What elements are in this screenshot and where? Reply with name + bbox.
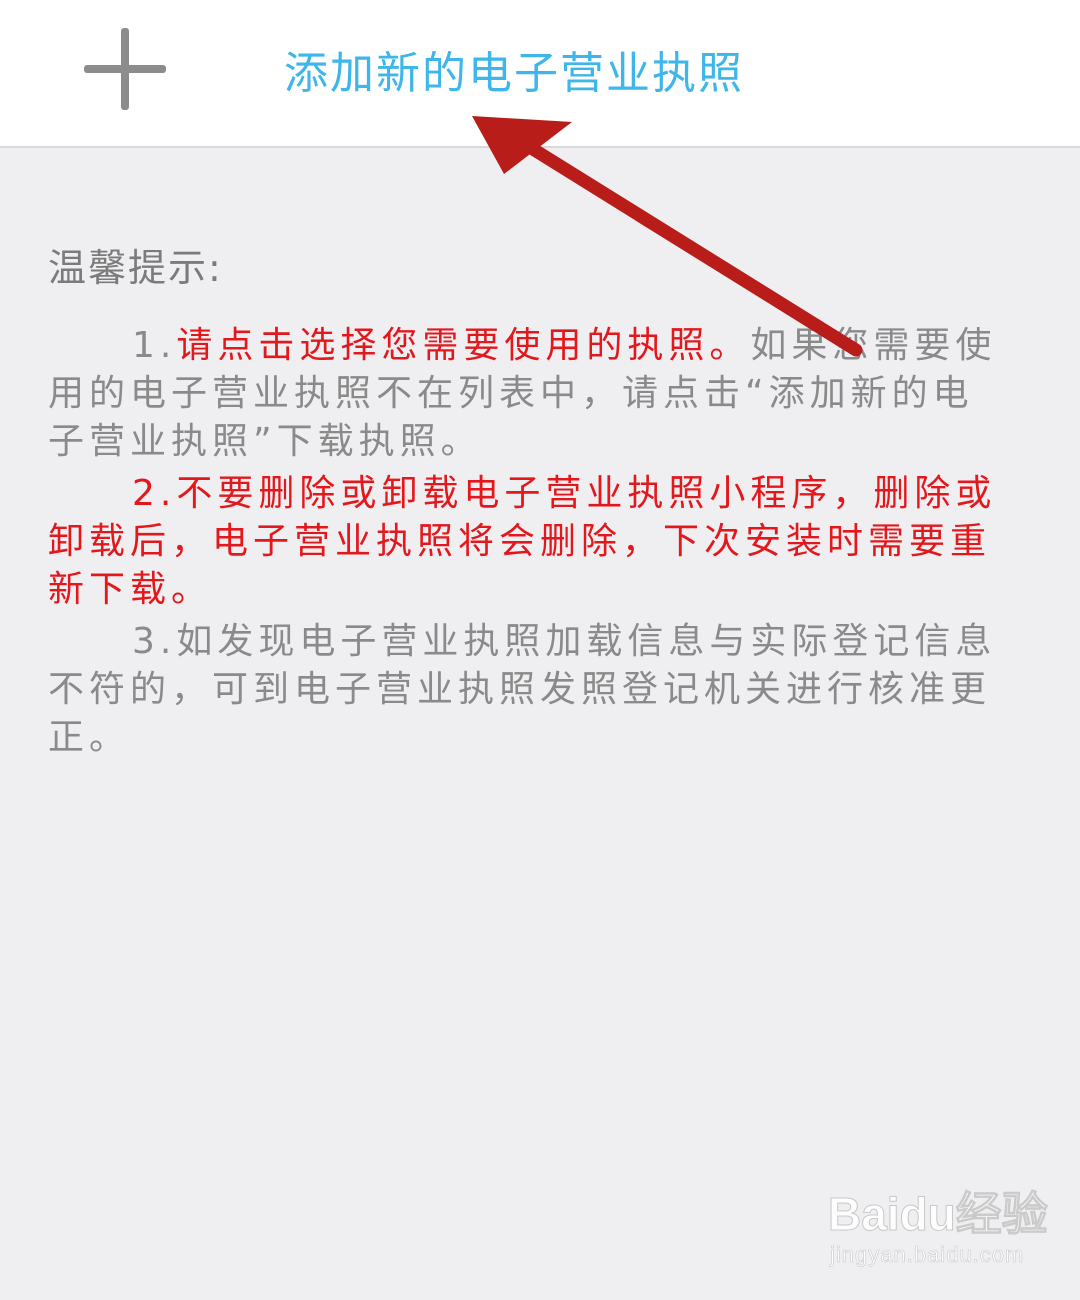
tips-section: 温馨提示: 1.请点击选择您需要使用的执照。如果您需要使用的电子营业执照不在列表… (48, 240, 1012, 766)
tip-item-3: 3.如发现电子营业执照加载信息与实际登记信息不符的，可到电子营业执照发照登记机关… (48, 621, 997, 758)
tip-item-2: 2.不要删除或卸载电子营业执照小程序，删除或卸载后，电子营业执照将会删除，下次安… (48, 473, 997, 610)
plus-icon[interactable] (82, 26, 168, 112)
tip-item-1-number: 1. (132, 325, 177, 366)
tip-item-1-highlight: 请点击选择您需要使用的执照。 (176, 325, 751, 366)
tips-heading: 温馨提示: (48, 246, 223, 290)
tip-item-1: 1.请点击选择您需要使用的执照。如果您需要使用的电子营业执照不在列表中，请点击“… (48, 322, 1012, 466)
watermark-url: jingyan.baidu.com (830, 1242, 1025, 1268)
baidu-jingyan-watermark: Baidu经验 jingyan.baidu.com (828, 1178, 1049, 1278)
watermark-logo: Baidu经验 (828, 1188, 1049, 1241)
header-bar: 添加新的电子营业执照 (0, 0, 1080, 148)
add-new-license-button[interactable]: 添加新的电子营业执照 (284, 44, 744, 104)
